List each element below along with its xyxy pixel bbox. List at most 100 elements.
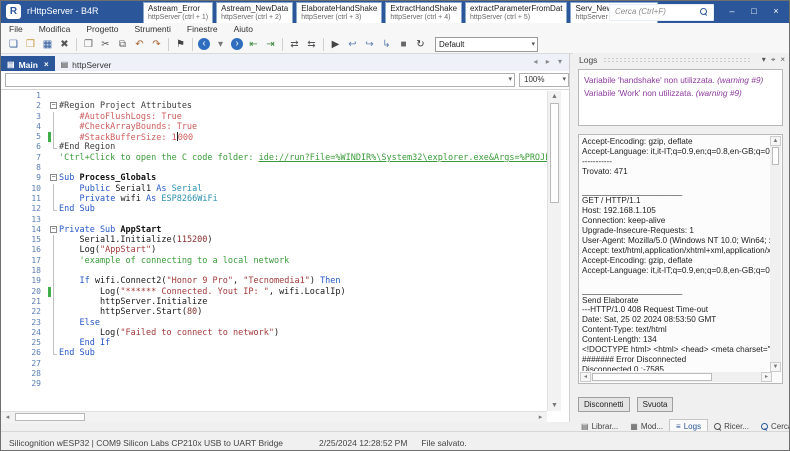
- scroll-right-icon[interactable]: ▸: [761, 372, 772, 382]
- menu-progetto[interactable]: Progetto: [86, 24, 118, 34]
- step-out-icon[interactable]: ↳: [379, 37, 394, 52]
- code-text: #Region Project Attributes: [59, 101, 192, 111]
- new-module-icon[interactable]: ❏: [6, 37, 21, 52]
- back-history-dropdown-icon[interactable]: ▾: [213, 37, 228, 52]
- file-tab-Astream_NewData[interactable]: Astream_NewDatahttpServer (ctrl + 2): [216, 2, 293, 24]
- code-line[interactable]: 5 #StackBufferSize: 1000: [1, 132, 547, 142]
- panel-close-icon[interactable]: ×: [780, 55, 785, 65]
- undo-icon[interactable]: ↶: [132, 37, 147, 52]
- code-line[interactable]: 18: [1, 266, 547, 276]
- code-area[interactable]: 12−#Region Project Attributes3 #AutoFlus…: [1, 91, 547, 411]
- close-tab-icon[interactable]: ×: [44, 60, 49, 69]
- outdent-icon[interactable]: ⇄: [287, 37, 302, 52]
- fold-collapse-icon[interactable]: −: [50, 174, 57, 181]
- disconnect-button[interactable]: Disconnetti: [578, 397, 630, 412]
- log-horizontal-scrollbar[interactable]: ◂ ▸: [580, 372, 772, 382]
- editor-vertical-scrollbar[interactable]: ▲ ▼: [547, 91, 561, 411]
- copy-icon[interactable]: ❐: [81, 37, 96, 52]
- close-module-icon[interactable]: ✖: [57, 37, 72, 52]
- code-line[interactable]: 3 #AutoFlushLogs: True: [1, 112, 547, 122]
- panel-drag-texture[interactable]: [603, 57, 750, 63]
- code-line[interactable]: 17 'example of connecting to a local net…: [1, 256, 547, 266]
- scroll-left-icon[interactable]: ◂: [1, 412, 14, 423]
- close-button[interactable]: ×: [765, 1, 787, 21]
- log-line: Connection: keep-alive: [582, 216, 770, 226]
- menu-file[interactable]: File: [9, 24, 23, 34]
- code-line[interactable]: 8: [1, 163, 547, 173]
- menu-modifica[interactable]: Modifica: [39, 24, 71, 34]
- code-line[interactable]: 12End Sub: [1, 204, 547, 214]
- code-line[interactable]: 25 End If: [1, 338, 547, 348]
- scroll-right-icon[interactable]: ▸: [534, 412, 547, 423]
- file-tab-ExtractHandShake[interactable]: ExtractHandShakehttpServer (ctrl + 4): [385, 2, 462, 24]
- pause-icon[interactable]: ■: [396, 37, 411, 52]
- save-icon[interactable]: ▦: [40, 37, 55, 52]
- code-line[interactable]: 6#End Region: [1, 142, 547, 152]
- step-into-icon[interactable]: ↩: [345, 37, 360, 52]
- code-line[interactable]: 15 Serial1.Initialize(115200): [1, 235, 547, 245]
- fold-collapse-icon[interactable]: −: [50, 102, 57, 109]
- code-line[interactable]: 14−Private Sub AppStart: [1, 225, 547, 235]
- rebuild-icon[interactable]: ↻: [413, 37, 428, 52]
- file-tab-ElaborateHandShake[interactable]: ElaborateHandShakehttpServer (ctrl + 3): [296, 2, 382, 24]
- paste-icon[interactable]: ⧉: [115, 37, 130, 52]
- code-line[interactable]: 20 Log("****** Connected. Yout IP: ", wi…: [1, 287, 547, 297]
- code-line[interactable]: 27: [1, 359, 547, 369]
- code-line[interactable]: 10 Public Serial1 As Serial: [1, 184, 547, 194]
- cut-icon[interactable]: ✂: [98, 37, 113, 52]
- scrollbar-thumb[interactable]: [592, 373, 712, 381]
- code-line[interactable]: 22 httpServer.Start(80): [1, 307, 547, 317]
- code-line[interactable]: 24 Log("Failed to connect to network"): [1, 328, 547, 338]
- navigate-forward-icon[interactable]: ›: [231, 38, 243, 50]
- scroll-down-icon[interactable]: ▼: [770, 362, 781, 372]
- scrollbar-thumb[interactable]: [550, 103, 559, 203]
- build-configuration-dropdown[interactable]: Default▾: [435, 37, 538, 52]
- file-tab-Astream_Error[interactable]: Astream_ErrorhttpServer (ctrl + 1): [143, 2, 213, 24]
- scroll-up-icon[interactable]: ▲: [548, 91, 561, 102]
- next-sub-icon[interactable]: ⇥: [263, 37, 278, 52]
- menu-aiuto[interactable]: Aiuto: [234, 24, 253, 34]
- clear-button[interactable]: Svuota: [637, 397, 674, 412]
- menu-finestre[interactable]: Finestre: [187, 24, 218, 34]
- code-line[interactable]: 7'Ctrl+Click to open the C code folder: …: [1, 153, 547, 163]
- zoom-dropdown[interactable]: 100% ▾: [519, 73, 569, 87]
- code-line[interactable]: 28: [1, 369, 547, 379]
- scroll-down-icon[interactable]: ▼: [548, 400, 561, 411]
- navigate-back-icon[interactable]: ‹: [198, 38, 210, 50]
- fold-collapse-icon[interactable]: −: [50, 226, 57, 233]
- code-line[interactable]: 13: [1, 215, 547, 225]
- run-icon[interactable]: ▶: [328, 37, 343, 52]
- code-line[interactable]: 1: [1, 91, 547, 101]
- global-search-input[interactable]: Cerca (Ctrl+F): [609, 4, 714, 21]
- minimize-button[interactable]: –: [721, 1, 743, 21]
- redo-icon[interactable]: ↷: [149, 37, 164, 52]
- log-vertical-scrollbar[interactable]: ▲ ▼: [770, 136, 781, 372]
- scroll-up-icon[interactable]: ▲: [770, 136, 781, 146]
- scroll-left-icon[interactable]: ◂: [580, 372, 591, 382]
- code-line[interactable]: 29: [1, 379, 547, 389]
- scrollbar-thumb[interactable]: [15, 413, 85, 421]
- step-over-icon[interactable]: ↪: [362, 37, 377, 52]
- file-tab-extractParameterFromDat[interactable]: extractParameterFromDathttpServer (ctrl …: [465, 2, 567, 24]
- pin-icon[interactable]: ⌖: [771, 55, 776, 65]
- panel-menu-icon[interactable]: ▾: [762, 55, 766, 65]
- open-icon[interactable]: ❒: [23, 37, 38, 52]
- code-line[interactable]: 26End Sub: [1, 348, 547, 358]
- prev-sub-icon[interactable]: ⇤: [246, 37, 261, 52]
- bookmark-icon[interactable]: ⚑: [173, 37, 188, 52]
- code-line[interactable]: 19 If wifi.Connect2("Honor 9 Pro", "Tecn…: [1, 276, 547, 286]
- code-line[interactable]: 11 Private wifi As ESP8266WiFi: [1, 194, 547, 204]
- code-line[interactable]: 9−Sub Process_Globals: [1, 173, 547, 183]
- code-line[interactable]: 4 #CheckArrayBounds: True: [1, 122, 547, 132]
- indent-icon[interactable]: ⇆: [304, 37, 319, 52]
- menu-strumenti[interactable]: Strumenti: [135, 24, 171, 34]
- tab-scroll-arrows[interactable]: ◂ ▸ ▾: [534, 57, 566, 66]
- code-line[interactable]: 23 Else: [1, 318, 547, 328]
- scrollbar-thumb[interactable]: [772, 147, 779, 165]
- editor-horizontal-scrollbar[interactable]: ◂ ▸: [1, 411, 547, 423]
- code-line[interactable]: 2−#Region Project Attributes: [1, 101, 547, 111]
- maximize-button[interactable]: □: [743, 1, 765, 21]
- code-line[interactable]: 16 Log("AppStart"): [1, 245, 547, 255]
- code-line[interactable]: 21 httpServer.Initialize: [1, 297, 547, 307]
- member-dropdown[interactable]: ▾: [5, 73, 515, 87]
